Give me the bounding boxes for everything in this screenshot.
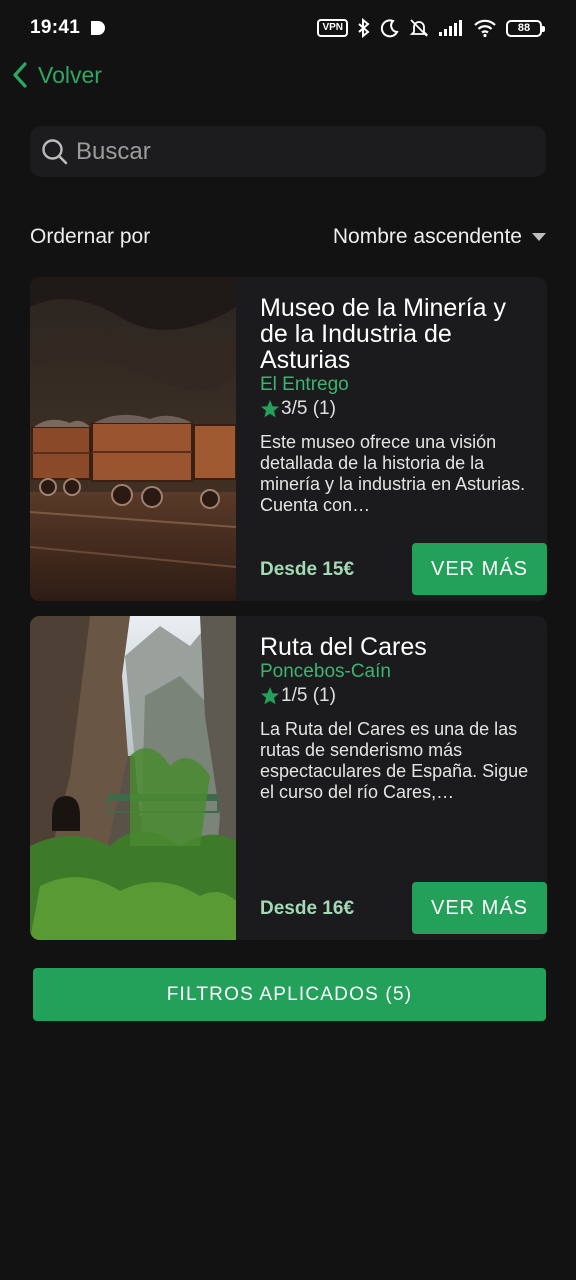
chevron-left-icon (13, 62, 27, 88)
ver-mas-button[interactable]: VER MÁS (412, 882, 547, 934)
search-bar[interactable] (30, 126, 546, 177)
dropdown-caret-icon (532, 233, 546, 241)
back-button[interactable]: Volver (10, 56, 102, 94)
status-right: VPN 88 (317, 18, 545, 38)
filters-applied-button[interactable]: FILTROS APLICADOS (5) (33, 968, 546, 1021)
star-icon (261, 400, 279, 418)
result-card[interactable]: Museo de la Minería y de la Industria de… (30, 277, 547, 601)
card-body: Ruta del Cares Poncebos-Caín 1/5 (1) La … (260, 634, 532, 803)
status-left: 19:41 (30, 17, 106, 39)
mine-carts-photo (30, 277, 236, 601)
signal-icon (439, 20, 462, 36)
sort-row: Ordernar por Nombre ascendente (30, 218, 546, 256)
card-title: Museo de la Minería y de la Industria de… (260, 294, 506, 374)
moon-icon (380, 19, 399, 38)
sort-label: Ordernar por (30, 225, 151, 248)
bell-off-icon (409, 19, 429, 37)
search-icon (42, 138, 68, 164)
status-bar: 19:41 VPN 88 (0, 0, 576, 56)
card-location: El Entrego (260, 374, 349, 395)
rating-text: 1/5 (1) (281, 685, 336, 706)
sort-dropdown[interactable]: Nombre ascendente (333, 225, 546, 249)
card-body: Museo de la Minería y de la Industria de… (260, 295, 532, 516)
play-icon (91, 21, 106, 35)
card-rating: 1/5 (1) (260, 684, 532, 708)
bluetooth-icon (358, 18, 370, 38)
app-screen: 19:41 VPN 88 Volver Buscar Ordernar por … (0, 0, 576, 1280)
card-title: Ruta del Cares (260, 633, 427, 661)
card-rating: 3/5 (1) (260, 397, 532, 421)
star-icon (261, 687, 279, 705)
sort-selected-value: Nombre ascendente (332, 225, 522, 248)
card-description: La Ruta del Cares es una de las rutas de… (260, 719, 529, 802)
wifi-icon (474, 19, 496, 38)
search-input[interactable] (76, 137, 516, 166)
rating-text: 3/5 (1) (281, 398, 336, 419)
result-card[interactable]: Ruta del Cares Poncebos-Caín 1/5 (1) La … (30, 616, 547, 940)
card-price: Desde 15€ (260, 559, 355, 580)
battery-icon: 88 (506, 19, 545, 37)
card-location: Poncebos-Caín (260, 661, 391, 682)
gorge-trail-photo (30, 616, 236, 940)
ver-mas-button[interactable]: VER MÁS (412, 543, 547, 595)
card-price: Desde 16€ (260, 898, 355, 919)
vpn-badge: VPN (317, 19, 348, 37)
status-time: 19:41 (30, 17, 81, 38)
card-description: Este museo ofrece una visión detallada d… (260, 432, 526, 515)
back-label: Volver (38, 61, 102, 88)
